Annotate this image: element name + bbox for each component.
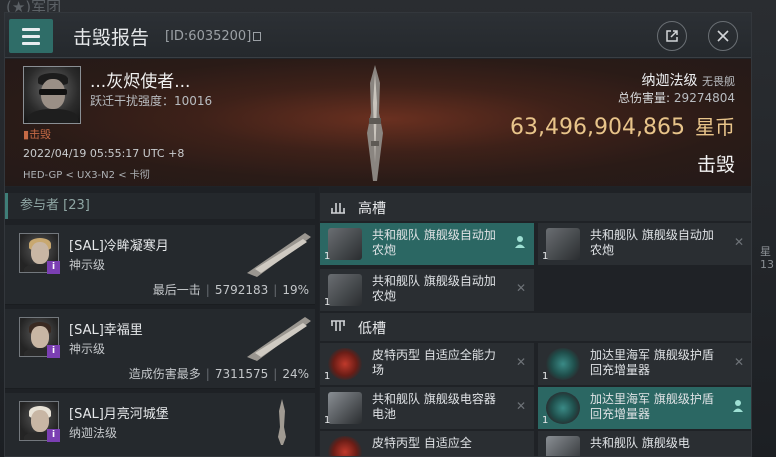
warp-jam-strength: 跃迁干扰强度：10016 — [90, 94, 213, 108]
info-icon[interactable]: i — [47, 261, 60, 274]
victim-ship-image[interactable] — [355, 63, 395, 183]
kill-result: 击毁 — [696, 154, 735, 176]
participant-ship-image — [247, 317, 311, 361]
close-icon[interactable]: ✕ — [516, 281, 526, 295]
participant-ship-image — [278, 399, 286, 445]
close-icon[interactable]: ✕ — [516, 399, 526, 413]
participant-ship-image — [247, 233, 311, 277]
participant-stat: 造成伤害最多 | 7311575 | 24% — [128, 367, 309, 381]
participants-heading[interactable]: 参与者 [23] — [5, 193, 315, 219]
victim-banner: ▮击毁 ...灰烬使者... 跃迁干扰强度：10016 2022/04/19 0… — [5, 59, 751, 186]
kill-datetime: 2022/04/19 05:55:17 UTC +8 — [23, 147, 185, 160]
autocannon-icon — [328, 274, 362, 306]
module-item[interactable]: 1 共和舰队 旗舰级自动加农炮 ✕ — [320, 269, 534, 311]
shield-recharger-icon — [546, 348, 580, 380]
module-item[interactable]: 1 皮特丙型 自适应全能力场 ✕ — [320, 343, 534, 385]
close-icon[interactable]: ✕ — [734, 235, 744, 249]
capacitor-battery-icon — [328, 392, 362, 424]
module-item[interactable]: 1 共和舰队 旗舰级自动加农炮 ✕ — [538, 223, 751, 265]
info-icon[interactable]: i — [47, 345, 60, 358]
victim-avatar[interactable] — [23, 66, 81, 124]
module-item[interactable]: 1 加达里海军 旗舰级护盾回充增量器 — [538, 387, 751, 429]
info-icon[interactable]: i — [47, 429, 60, 442]
close-button[interactable] — [708, 21, 738, 51]
participants-panel: 参与者 [23] i [SAL]冷眸凝寒月 神示级 最后一击 | 5792183 | 1… — [5, 187, 319, 456]
person-icon[interactable] — [732, 399, 744, 413]
module-item[interactable]: 1 加达里海军 旗舰级护盾回充增量器 ✕ — [538, 343, 751, 385]
victim-ship-class[interactable]: 纳迦法级 无畏舰 — [642, 70, 735, 90]
kill-location[interactable]: HED-GP < UX3-N2 < 卡彻 — [23, 166, 150, 181]
module-item[interactable]: 共和舰队 旗舰级电 — [538, 431, 751, 456]
shield-hardener-icon — [328, 436, 362, 456]
total-damage: 总伤害量: 29274804 — [618, 91, 735, 105]
person-icon[interactable] — [514, 235, 526, 249]
external-link-icon — [666, 30, 678, 42]
window-title: 击毁报告 — [73, 27, 150, 49]
close-icon[interactable]: ✕ — [516, 355, 526, 369]
menu-button[interactable] — [9, 19, 53, 53]
low-slot-icon — [331, 320, 345, 331]
participant-row[interactable]: i [SAL]幸福里 神示级 造成伤害最多 | 7311575 | 24% — [5, 309, 315, 389]
participant-name[interactable]: [SAL]幸福里 — [69, 319, 143, 338]
autocannon-icon — [546, 228, 580, 260]
high-slot-header: 高槽 — [320, 193, 751, 221]
low-slot-header: 低槽 — [320, 313, 751, 341]
participant-ship: 神示级 — [69, 342, 106, 356]
participant-ship: 纳迦法级 — [69, 426, 118, 440]
module-item[interactable]: 1 共和舰队 旗舰级自动加农炮 — [320, 223, 534, 265]
shield-recharger-icon — [546, 392, 580, 424]
copy-icon[interactable] — [253, 32, 262, 41]
autocannon-icon — [328, 228, 362, 260]
background-right-text: 星 13 — [760, 245, 774, 271]
shield-hardener-icon — [328, 348, 362, 380]
participant-name[interactable]: [SAL]冷眸凝寒月 — [69, 235, 169, 254]
high-slot-icon — [331, 203, 345, 214]
participant-row[interactable]: i [SAL]冷眸凝寒月 神示级 最后一击 | 5792183 | 19% — [5, 225, 315, 305]
close-icon[interactable]: ✕ — [734, 355, 744, 369]
killed-tag: ▮击毁 — [23, 128, 52, 141]
participant-name[interactable]: [SAL]月亮河城堡 — [69, 403, 169, 422]
kill-report-window: 击毁报告 [ID:6035200] ▮击毁 ...灰烬使者... 跃迁干扰强度：… — [4, 12, 752, 457]
kill-id[interactable]: [ID:6035200] — [165, 29, 262, 44]
participant-stat: 最后一击 | 5792183 | 19% — [152, 283, 309, 297]
participant-row[interactable]: i [SAL]月亮河城堡 纳迦法级 — [5, 393, 315, 456]
module-item[interactable]: 皮特丙型 自适应全 — [320, 431, 534, 456]
title-bar: 击毁报告 [ID:6035200] — [5, 13, 751, 58]
isk-value: 63,496,904,865 星币 — [510, 115, 735, 140]
participant-ship: 神示级 — [69, 258, 106, 272]
close-icon — [717, 30, 729, 42]
share-button[interactable] — [657, 21, 687, 51]
fitting-panel: 高槽 1 共和舰队 旗舰级自动加农炮 1 共和舰队 旗舰级自动加农炮 ✕ 1 共… — [320, 187, 751, 456]
capacitor-battery-icon — [546, 436, 580, 456]
victim-name[interactable]: ...灰烬使者... — [90, 67, 190, 92]
module-item[interactable]: 1 共和舰队 旗舰级电容器电池 ✕ — [320, 387, 534, 429]
